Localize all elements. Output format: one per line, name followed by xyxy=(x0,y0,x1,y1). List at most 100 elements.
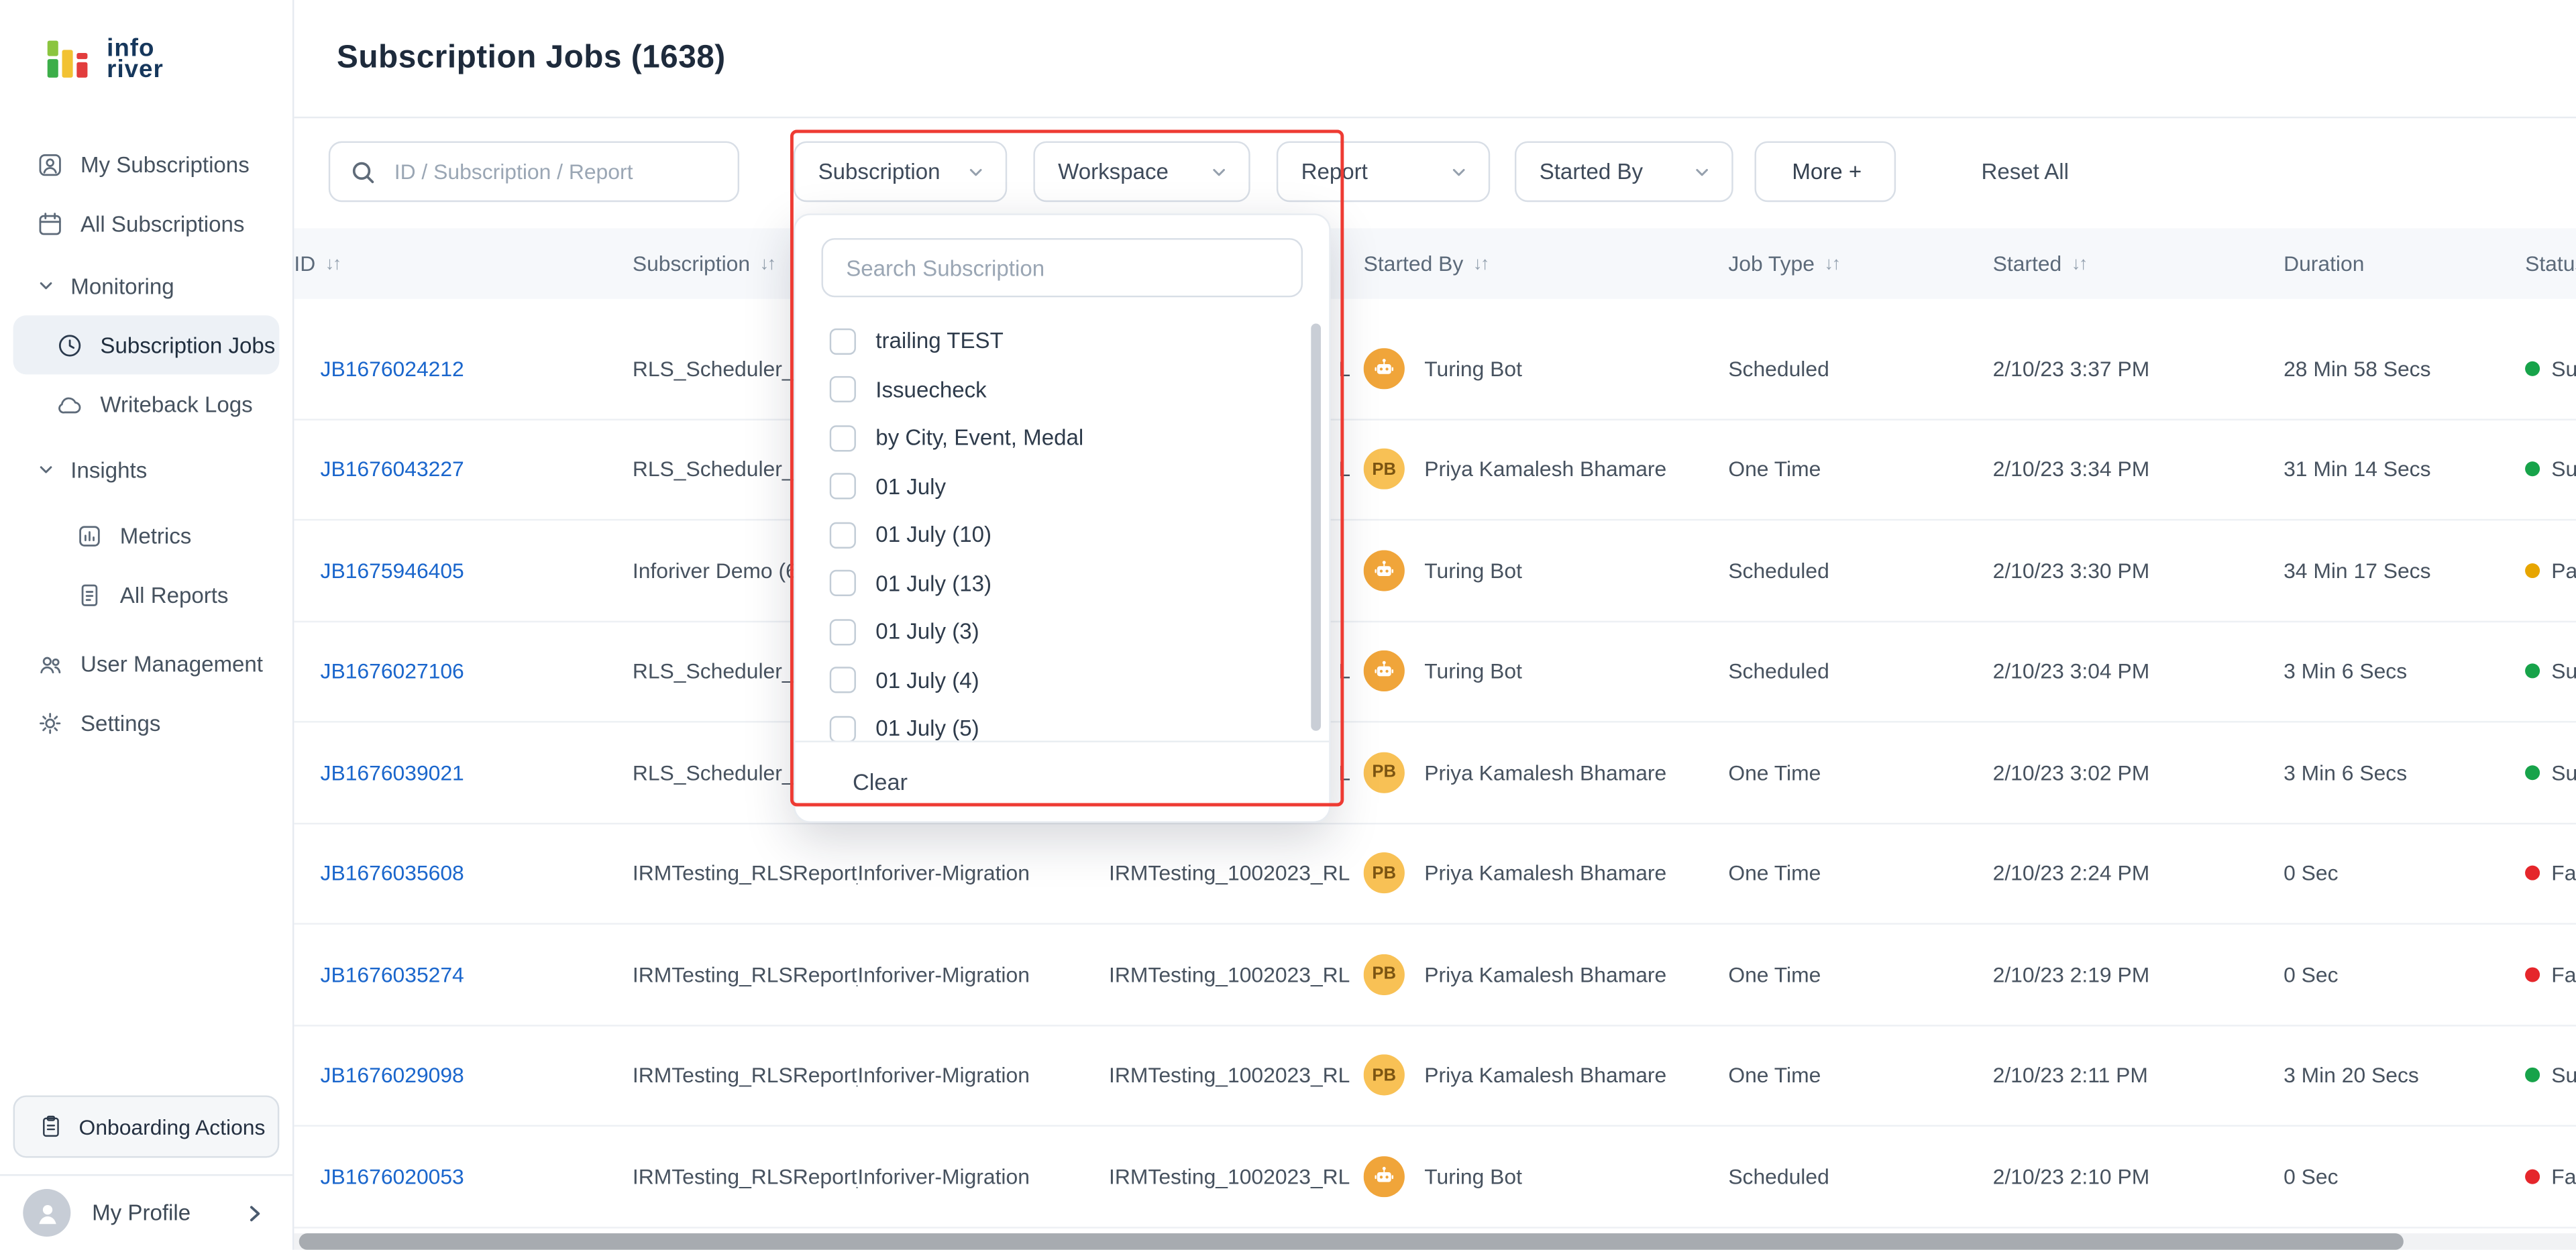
checkbox[interactable] xyxy=(830,522,856,548)
checkbox[interactable] xyxy=(830,376,856,402)
dropdown-option[interactable]: 01 July (4) xyxy=(795,656,1329,704)
table-row[interactable]: JB1676027106 RLS_Scheduler_01 L Turing B… xyxy=(294,622,2576,723)
checkbox[interactable] xyxy=(830,473,856,500)
table-row[interactable]: JB1676039021 RLS_Scheduler_01 L PB Priya… xyxy=(294,723,2576,824)
table-row[interactable]: JB1676043227 RLS_Scheduler_01 L PB Priya… xyxy=(294,420,2576,521)
user-name: Priya Kamalesh Bhamare xyxy=(1424,1063,1666,1088)
dropdown-option[interactable]: 01 July (5) xyxy=(795,705,1329,741)
sidebar-item-label: Writeback Logs xyxy=(100,392,252,416)
search-box xyxy=(329,141,739,203)
dropdown-option[interactable]: trailing TEST xyxy=(795,317,1329,365)
sidebar-item-user-management[interactable]: User Management xyxy=(0,634,292,693)
sort-icon[interactable]: ↓↑ xyxy=(2072,253,2086,273)
filter-report-button[interactable]: Report xyxy=(1277,141,1490,203)
cell-workspace: Inforiver-Migration xyxy=(857,1063,1109,1088)
status-label: Fa xyxy=(2551,1164,2576,1189)
table-row[interactable]: JB1676035608 IRMTesting_RLSReport_ Infor… xyxy=(294,823,2576,925)
status-label: Su xyxy=(2551,1063,2576,1088)
filter-workspace-button[interactable]: Workspace xyxy=(1033,141,1250,203)
robot-icon xyxy=(1372,1164,1397,1189)
horizontal-scrollbar-thumb[interactable] xyxy=(299,1233,2404,1249)
table-row[interactable]: JB1675946405 Inforiver Demo (6) Turing B… xyxy=(294,520,2576,622)
checkbox[interactable] xyxy=(830,716,856,740)
filter-more-button[interactable]: More + xyxy=(1755,141,1896,203)
checkbox[interactable] xyxy=(830,570,856,596)
sidebar-item-settings[interactable]: Settings xyxy=(0,693,292,752)
status-dot xyxy=(2525,765,2540,780)
column-header[interactable]: Duration xyxy=(2284,251,2525,276)
user-avatar xyxy=(1364,650,1405,691)
sidebar-item-metrics[interactable]: Metrics xyxy=(0,506,292,565)
job-id-link[interactable]: JB1676024212 xyxy=(321,356,464,381)
sidebar-item-label: Settings xyxy=(80,710,160,735)
sidebar-item-all-subscriptions[interactable]: All Subscriptions xyxy=(0,194,292,253)
table-row[interactable]: JB1676024212 RLS_Scheduler_01 L Turing B… xyxy=(294,319,2576,420)
dropdown-option[interactable]: by City, Event, Medal xyxy=(795,414,1329,462)
checkbox[interactable] xyxy=(830,667,856,693)
cell-job-type: One Time xyxy=(1728,1063,1992,1088)
cell-duration: 0 Sec xyxy=(2284,861,2525,886)
job-id-link[interactable]: JB1676035608 xyxy=(321,861,464,886)
chevron-down-icon xyxy=(36,276,56,295)
user-name: Priya Kamalesh Bhamare xyxy=(1424,760,1666,785)
column-header[interactable]: Job Type ↓↑ xyxy=(1728,251,1992,276)
column-header[interactable]: Status xyxy=(2525,251,2576,276)
table-row[interactable]: JB1676035274 IRMTesting_RLSReport_ Infor… xyxy=(294,925,2576,1026)
filter-started-by-button[interactable]: Started By xyxy=(1515,141,1733,203)
horizontal-scrollbar[interactable] xyxy=(294,1233,2576,1249)
job-id-link[interactable]: JB1676020053 xyxy=(321,1164,464,1189)
cell-started: 2/10/23 3:02 PM xyxy=(1993,760,2284,785)
job-id-link[interactable]: JB1675946405 xyxy=(321,558,464,583)
column-header[interactable]: Started ↓↑ xyxy=(1993,251,2284,276)
filter-label: More + xyxy=(1792,160,1862,184)
dropdown-scrollbar-thumb[interactable] xyxy=(1311,323,1321,730)
table-row[interactable]: JB1676020053 IRMTesting_RLSReport_ Infor… xyxy=(294,1127,2576,1228)
sort-icon[interactable]: ↓↑ xyxy=(760,253,775,273)
sidebar-item-writeback-logs[interactable]: Writeback Logs xyxy=(0,374,292,433)
cloud-sync-icon xyxy=(56,390,84,418)
checkbox[interactable] xyxy=(830,328,856,354)
dropdown-option[interactable]: Issuecheck xyxy=(795,365,1329,414)
cell-started: 2/10/23 2:10 PM xyxy=(1993,1164,2284,1189)
column-header[interactable]: ID ↓↑ xyxy=(294,251,632,276)
sort-icon[interactable]: ↓↑ xyxy=(325,253,340,273)
sidebar-item-all-reports[interactable]: All Reports xyxy=(0,565,292,624)
dropdown-option[interactable]: 01 July (13) xyxy=(795,559,1329,608)
dropdown-option[interactable]: 01 July (10) xyxy=(795,511,1329,559)
sort-icon[interactable]: ↓↑ xyxy=(1825,253,1839,273)
sidebar-group-insights[interactable]: Insights xyxy=(0,440,292,499)
job-id-link[interactable]: JB1676043227 xyxy=(321,457,464,481)
reset-all-button[interactable]: Reset All xyxy=(1972,141,2079,203)
cell-started-by: Turing Bot xyxy=(1364,1155,1729,1196)
my-profile[interactable]: My Profile xyxy=(0,1174,292,1250)
checkbox[interactable] xyxy=(830,619,856,645)
sidebar-item-subscription-jobs[interactable]: Subscription Jobs xyxy=(13,315,280,374)
column-header[interactable]: Started By ↓↑ xyxy=(1364,251,1729,276)
sidebar-item-my-subscriptions[interactable]: My Subscriptions xyxy=(0,135,292,194)
cell-job-type: Scheduled xyxy=(1728,356,1992,381)
dropdown-option[interactable]: 01 July xyxy=(795,462,1329,510)
job-id-link[interactable]: JB1676027106 xyxy=(321,659,464,684)
cell-duration: 3 Min 6 Secs xyxy=(2284,760,2525,785)
cell-duration: 0 Sec xyxy=(2284,962,2525,986)
user-avatar: PB xyxy=(1364,1055,1405,1096)
sidebar-group-monitoring[interactable]: Monitoring xyxy=(0,256,292,315)
table-row[interactable]: JB1676029098 IRMTesting_RLSReport_ Infor… xyxy=(294,1025,2576,1127)
dropdown-option[interactable]: 01 July (3) xyxy=(795,608,1329,656)
filter-subscription-button[interactable]: Subscription xyxy=(794,141,1007,203)
user-name: Turing Bot xyxy=(1424,558,1522,583)
job-id-link[interactable]: JB1676035274 xyxy=(321,962,464,986)
job-id-link[interactable]: JB1676039021 xyxy=(321,760,464,785)
column-header-label: Started By xyxy=(1364,251,1464,276)
checkbox[interactable] xyxy=(830,425,856,451)
filter-bar: Subscription Workspace Report Started By… xyxy=(294,141,2576,203)
dropdown-search-input[interactable] xyxy=(843,253,1281,282)
search-input[interactable] xyxy=(391,158,718,186)
sort-icon[interactable]: ↓↑ xyxy=(1473,253,1488,273)
cell-job-type: One Time xyxy=(1728,962,1992,986)
document-icon xyxy=(76,581,104,609)
job-id-link[interactable]: JB1676029098 xyxy=(321,1063,464,1088)
clear-button[interactable]: Clear xyxy=(843,767,917,797)
onboarding-actions-button[interactable]: Onboarding Actions xyxy=(13,1095,280,1157)
robot-icon xyxy=(1372,356,1397,381)
